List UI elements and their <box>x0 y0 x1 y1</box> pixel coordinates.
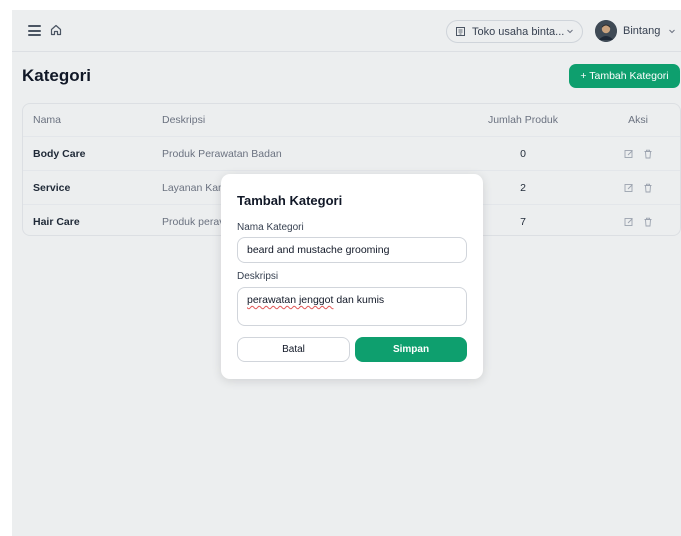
save-button[interactable]: Simpan <box>355 337 467 362</box>
category-name-input[interactable]: beard and mustache grooming <box>237 237 467 263</box>
modal-title: Tambah Kategori <box>237 193 343 208</box>
add-category-modal: Tambah Kategori Nama Kategori beard and … <box>221 174 483 379</box>
description-textarea[interactable]: perawatan jenggot dan kumis <box>237 287 467 326</box>
category-name-label: Nama Kategori <box>237 222 304 233</box>
description-label: Deskripsi <box>237 271 279 282</box>
cancel-button[interactable]: Batal <box>237 337 350 362</box>
description-text-underlined: perawatan jenggot <box>247 294 334 306</box>
description-text: dan kumis <box>333 294 385 306</box>
